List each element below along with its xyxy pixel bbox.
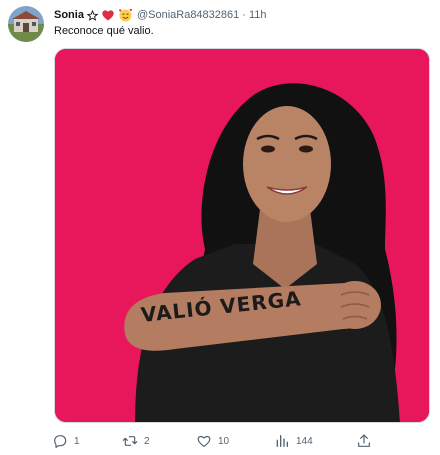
smiling-face-with-hearts-emoji	[118, 8, 133, 22]
tweet-header: Sonia @SoniaRa84832861 · 11h	[54, 7, 266, 23]
avatar-image	[8, 6, 44, 42]
reply-button[interactable]: 1	[52, 432, 80, 450]
retweet-button[interactable]: 2	[122, 432, 150, 450]
tweet[interactable]: Sonia @SoniaRa84832861 · 11h Reconoce qu…	[0, 0, 440, 455]
like-button[interactable]: 10	[196, 432, 229, 450]
reply-count: 1	[74, 435, 80, 447]
avatar[interactable]	[8, 6, 44, 42]
star-emoji	[86, 8, 99, 22]
tweet-timestamp[interactable]: 11h	[249, 7, 267, 23]
tweet-media-image[interactable]: VALIÓ VERGA	[54, 48, 430, 423]
views-count: 144	[296, 435, 313, 447]
share-button[interactable]	[356, 432, 372, 450]
views-button[interactable]: 144	[274, 432, 313, 450]
user-handle[interactable]: @SoniaRa84832861	[137, 7, 239, 23]
tweet-actions: 1 2 10 144	[48, 430, 430, 452]
like-count: 10	[218, 435, 230, 447]
media-illustration	[55, 49, 429, 422]
separator-dot: ·	[242, 9, 246, 21]
retweet-count: 2	[144, 435, 150, 447]
share-icon	[358, 434, 370, 447]
heart-icon	[197, 435, 211, 447]
views-chart-icon	[276, 435, 288, 447]
reply-icon	[54, 435, 67, 448]
red-heart-emoji	[101, 8, 115, 22]
retweet-icon	[122, 436, 138, 446]
tweet-text: Reconoce qué valio.	[54, 25, 154, 37]
display-name[interactable]: Sonia	[54, 7, 84, 23]
